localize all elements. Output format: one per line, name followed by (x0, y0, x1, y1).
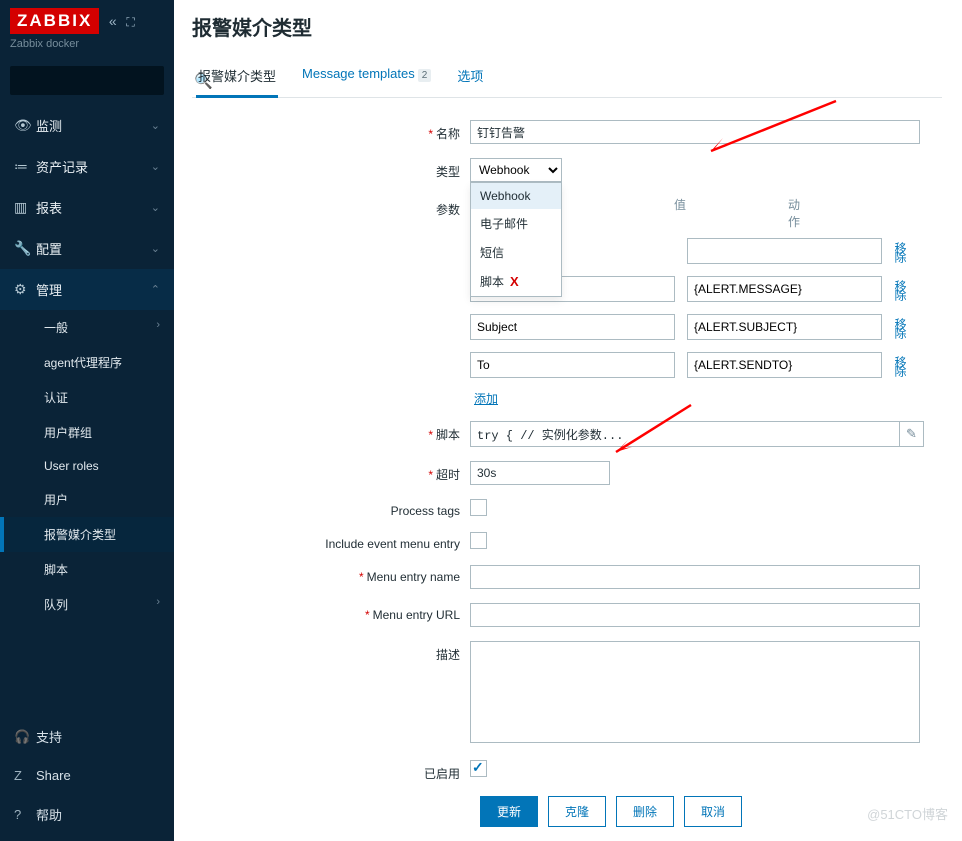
col-value: 值 (580, 196, 780, 230)
label-menu-url: Menu entry URL (373, 608, 460, 622)
label-menu-name: Menu entry name (367, 570, 460, 584)
subnav-auth[interactable]: 认证 (0, 380, 174, 415)
wrench-icon: 🔧 (14, 240, 36, 257)
param-value-2[interactable] (687, 314, 882, 340)
col-action: 动 作 (780, 196, 808, 230)
nav-reports[interactable]: ▥报表⌄ (0, 187, 174, 228)
type-select[interactable]: Webhook (470, 158, 562, 182)
nav-admin[interactable]: ⚙管理⌃ (0, 269, 174, 310)
chevron-right-icon: › (156, 596, 160, 608)
edit-icon[interactable]: ✎ (900, 421, 924, 447)
enabled-checkbox[interactable] (470, 760, 487, 777)
chevron-down-icon: ⌄ (151, 201, 160, 214)
subnav-usergroups[interactable]: 用户群组 (0, 415, 174, 450)
label-description: 描述 (436, 648, 460, 662)
collapse-icon[interactable]: « (109, 13, 117, 29)
label-process-tags: Process tags (391, 504, 460, 518)
chart-icon: ▥ (14, 199, 36, 216)
chevron-down-icon: ⌄ (151, 160, 160, 173)
subnav-users[interactable]: 用户 (0, 482, 174, 517)
label-type: 类型 (436, 165, 460, 179)
param-value-3[interactable] (687, 352, 882, 378)
subnav-scripts[interactable]: 脚本 (0, 552, 174, 587)
timeout-input[interactable] (470, 461, 610, 485)
search-box[interactable]: 🔍 (10, 66, 164, 95)
delete-button[interactable]: 删除 (616, 796, 674, 827)
subnav-queue[interactable]: 队列› (0, 587, 174, 622)
tab-message-templates[interactable]: Message templates2 (300, 59, 433, 97)
eye-icon: 👁 (14, 117, 36, 134)
gear-icon: ⚙ (14, 281, 36, 298)
update-button[interactable]: 更新 (480, 796, 538, 827)
param-value-0[interactable] (687, 238, 882, 264)
name-input[interactable] (470, 120, 920, 144)
search-input[interactable] (18, 73, 194, 88)
description-textarea[interactable] (470, 641, 920, 743)
label-timeout: 超时 (436, 468, 460, 482)
subnav-proxies[interactable]: agent代理程序 (0, 345, 174, 380)
param-value-1[interactable] (687, 276, 882, 302)
remove-link[interactable]: 移除 (894, 356, 906, 374)
remove-link[interactable]: 移除 (894, 318, 906, 336)
script-input[interactable] (470, 421, 900, 447)
brand-subtitle: Zabbix docker (10, 38, 164, 50)
label-enabled: 已启用 (424, 767, 460, 781)
watermark: @51CTO博客 (867, 804, 948, 823)
subnav-general[interactable]: 一般› (0, 310, 174, 345)
subnav-userroles[interactable]: User roles (0, 450, 174, 482)
page-title: 报警媒介类型 (192, 12, 942, 41)
opt-email[interactable]: 电子邮件 (471, 209, 561, 238)
subnav-mediatypes[interactable]: 报警媒介类型 (0, 517, 174, 552)
fullscreen-icon[interactable]: ⛶ (126, 15, 134, 29)
footer-share[interactable]: ZShare (0, 757, 174, 794)
add-link[interactable]: 添加 (470, 392, 498, 406)
nav-inventory[interactable]: ≔资产记录⌄ (0, 146, 174, 187)
label-name: 名称 (436, 127, 460, 141)
footer-support[interactable]: 🎧支持 (0, 716, 174, 757)
param-name-2[interactable] (470, 314, 675, 340)
chevron-right-icon: › (156, 319, 160, 331)
list-icon: ≔ (14, 158, 36, 175)
param-name-3[interactable] (470, 352, 675, 378)
tab-options[interactable]: 选项 (455, 59, 485, 97)
label-include-menu: Include event menu entry (325, 537, 460, 551)
remove-link[interactable]: 移除 (894, 242, 906, 260)
nav-config[interactable]: 🔧配置⌄ (0, 228, 174, 269)
process-tags-checkbox[interactable] (470, 499, 487, 516)
type-dropdown: Webhook 电子邮件 短信 脚本X (470, 182, 562, 297)
headset-icon: 🎧 (14, 729, 36, 745)
remove-link[interactable]: 移除 (894, 280, 906, 298)
tab-mediatype[interactable]: 报警媒介类型 (196, 59, 278, 98)
red-x-icon: X (510, 274, 519, 289)
chevron-down-icon: ⌄ (151, 242, 160, 255)
chevron-down-icon: ⌄ (151, 119, 160, 132)
label-script: 脚本 (436, 428, 460, 442)
label-params: 参数 (436, 203, 460, 217)
footer-help[interactable]: ?帮助 (0, 794, 174, 835)
clone-button[interactable]: 克隆 (548, 796, 606, 827)
badge: 2 (418, 69, 432, 82)
brand-logo: ZABBIX (10, 8, 99, 34)
opt-sms[interactable]: 短信 (471, 238, 561, 267)
menu-url-input[interactable] (470, 603, 920, 627)
nav-monitoring[interactable]: 👁监测⌄ (0, 105, 174, 146)
include-menu-checkbox[interactable] (470, 532, 487, 549)
menu-name-input[interactable] (470, 565, 920, 589)
opt-script[interactable]: 脚本X (471, 267, 561, 296)
cancel-button[interactable]: 取消 (684, 796, 742, 827)
chevron-up-icon: ⌃ (151, 283, 160, 296)
z-icon: Z (14, 768, 36, 783)
question-icon: ? (14, 807, 36, 822)
opt-webhook[interactable]: Webhook (471, 183, 561, 209)
